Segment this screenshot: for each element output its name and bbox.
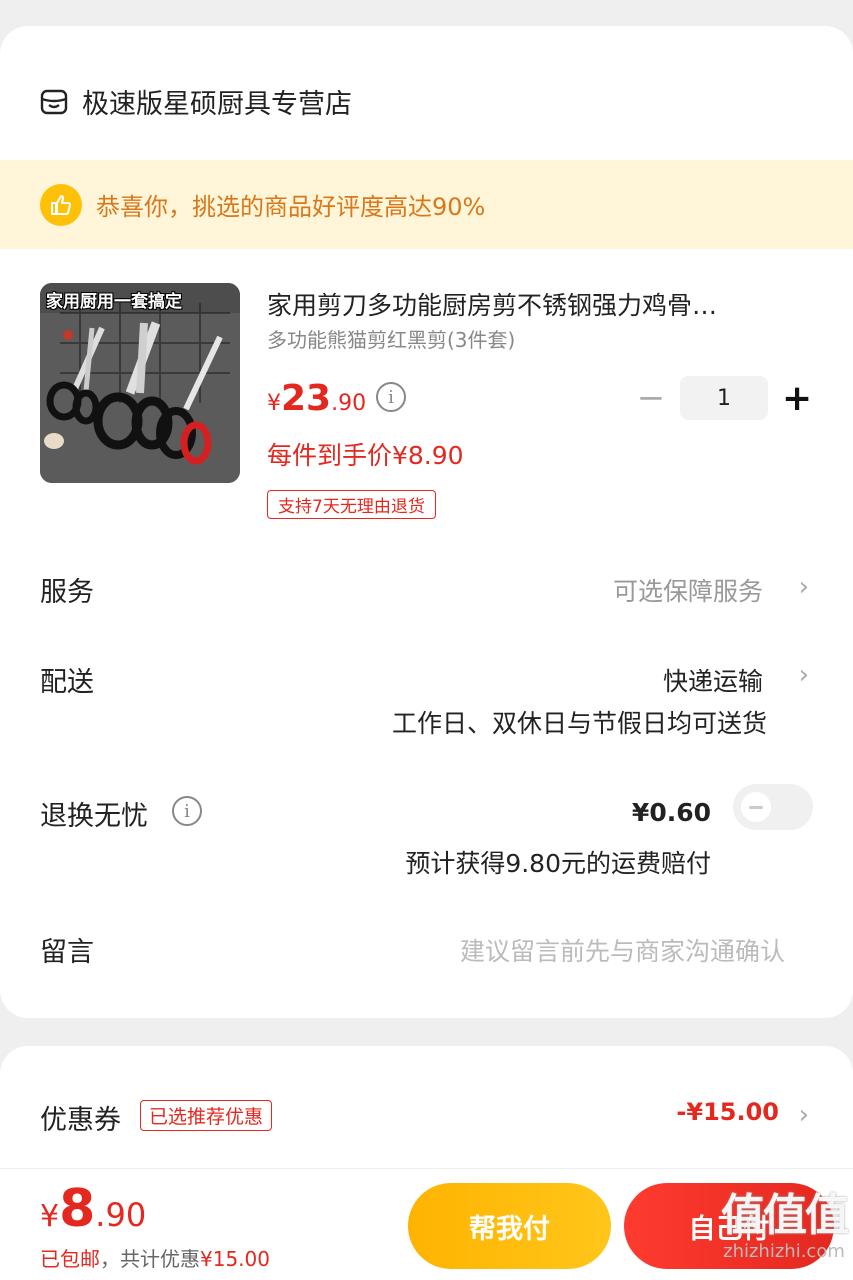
price-symbol: ¥ — [267, 391, 281, 416]
help-pay-button[interactable]: 帮我付 — [408, 1183, 611, 1269]
shop-header[interactable]: 极速版星硕厨具专营店 — [40, 82, 352, 121]
discount-prefix: ，共计优惠 — [100, 1247, 200, 1271]
price-info-icon[interactable]: i — [376, 382, 406, 412]
total-symbol: ¥ — [40, 1199, 60, 1234]
image-caption: 家用厨用一套搞定 — [46, 292, 182, 312]
delivery-label: 配送 — [40, 667, 94, 698]
message-input[interactable]: 建议留言前先与商家沟通确认 — [460, 932, 785, 968]
return-insurance-info-icon[interactable]: i — [172, 796, 202, 826]
quantity-stepper: − 1 + — [636, 376, 812, 420]
service-label: 服务 — [40, 577, 94, 608]
shop-name: 极速版星硕厨具专营店 — [82, 89, 352, 120]
total-price: ¥ 8 .90 — [40, 1179, 146, 1239]
watermark-logo: 值值值 — [721, 1190, 849, 1241]
checkout-summary: 已包邮，共计优惠¥15.00 — [40, 1243, 270, 1272]
coupon-amount[interactable]: -¥15.00 — [676, 1098, 779, 1126]
praise-text: 恭喜你，挑选的商品好评度高达90% — [96, 193, 486, 221]
unit-price: 每件到手价¥8.90 — [267, 441, 464, 470]
discount-amount: ¥15.00 — [200, 1247, 270, 1271]
delivery-note: 工作日、双休日与节假日均可送货 — [391, 709, 767, 738]
free-shipping-text: 已包邮 — [40, 1247, 100, 1271]
return-insurance-label: 退换无忧 — [40, 801, 148, 832]
scissors-image — [40, 283, 240, 483]
coupon-label: 优惠券 — [40, 1105, 121, 1136]
shop-icon — [40, 89, 68, 114]
increase-button[interactable]: + — [782, 378, 812, 419]
return-insurance-price: ¥0.60 — [631, 798, 711, 827]
product-price: ¥ 23 .90 — [267, 378, 366, 419]
watermark-url: zhizhizhi.com — [723, 1241, 845, 1262]
thumbs-up-icon — [40, 183, 82, 226]
delivery-chevron-icon[interactable]: › — [799, 660, 809, 690]
service-chevron-icon[interactable]: › — [799, 572, 809, 602]
toggle-knob — [741, 792, 771, 822]
watermark: 值值值 zhizhizhi.com — [721, 1190, 849, 1263]
service-value[interactable]: 可选保障服务 — [613, 572, 763, 608]
praise-banner: 恭喜你，挑选的商品好评度高达90% — [0, 160, 853, 249]
coupon-chevron-icon[interactable]: › — [799, 1100, 809, 1130]
total-decimal: .90 — [95, 1196, 147, 1234]
product-title[interactable]: 家用剪刀多功能厨房剪不锈钢强力鸡骨… — [267, 286, 807, 322]
coupon-tag: 已选推荐优惠 — [140, 1100, 273, 1131]
order-card: 极速版星硕厨具专营店 恭喜你，挑选的商品好评度高达90% 家用厨用一套搞定 家用… — [0, 26, 853, 1018]
delivery-value[interactable]: 快递运输 — [663, 662, 763, 698]
return-insurance-note: 预计获得9.80元的运费赔付 — [405, 849, 711, 878]
return-policy-tag: 支持7天无理由退货 — [267, 490, 436, 519]
product-spec[interactable]: 多功能熊猫剪红黑剪(3件套) — [267, 324, 515, 353]
price-integer: 23 — [281, 378, 332, 419]
product-image[interactable]: 家用厨用一套搞定 — [40, 283, 240, 483]
price-decimal: .90 — [331, 391, 367, 416]
message-label: 留言 — [40, 937, 94, 968]
return-insurance-toggle[interactable] — [733, 784, 813, 830]
checkout-bar: ¥ 8 .90 已包邮，共计优惠¥15.00 帮我付 自己付 值值值 zhizh… — [0, 1168, 853, 1280]
quantity-value[interactable]: 1 — [680, 376, 768, 420]
decrease-button[interactable]: − — [636, 378, 666, 418]
total-integer: 8 — [59, 1179, 96, 1239]
